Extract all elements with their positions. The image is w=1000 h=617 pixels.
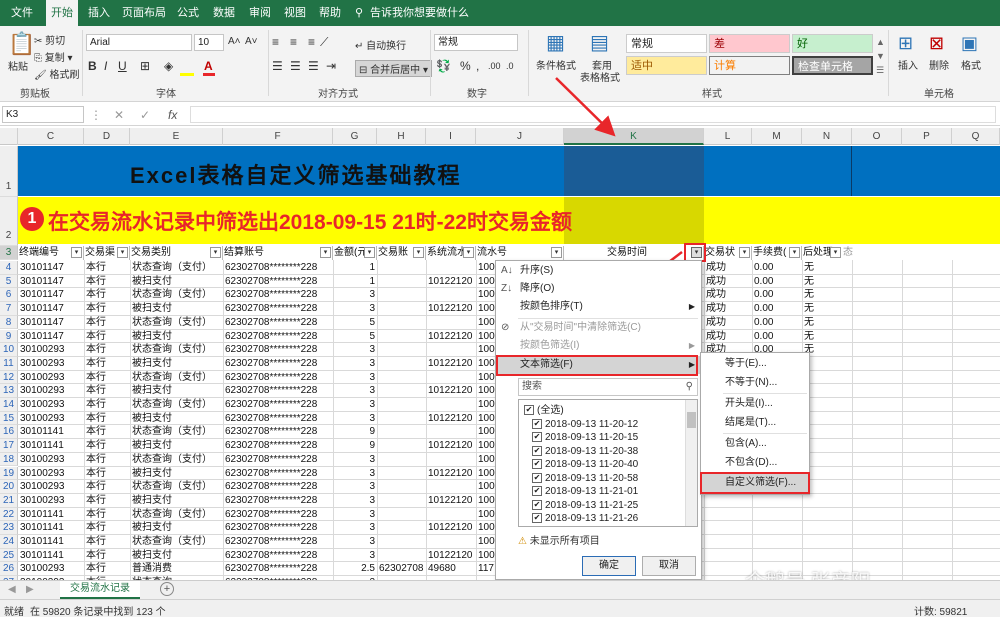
sheet-tab-active[interactable]: 交易流水记录 [60,581,140,599]
warning-icon: ⚠ [518,536,527,547]
note-label: 未显示所有项目 [529,536,600,547]
ends-with-item[interactable]: 结尾是(T)... [701,414,809,432]
filter-checkbox[interactable]: ✔ [532,499,542,510]
sort-desc-icon: Z↓ [501,283,513,294]
cancel-button[interactable]: 取消 [642,556,696,576]
sort-descending-item[interactable]: Z↓ 降序(O) [496,280,701,298]
sheet-tab-bar: ◀ ▶ 交易流水记录 + [0,580,1000,599]
filter-item-label[interactable]: 2018-09-13 11-20-38 [545,445,638,458]
clear-filter-icon: ⊘ [501,322,510,333]
filter-checkbox[interactable]: ✔ [532,432,542,442]
list-scrollbar[interactable] [685,400,697,526]
not-all-items-note: ⚠ 未显示所有项目 [518,535,600,548]
arrow-to-column-k [555,77,616,137]
filter-checkbox[interactable]: ✔ [524,405,534,415]
submenu-arrow-icon: ▶ [688,302,695,311]
status-filter-result: 在 59820 条记录中找到 123 个 [30,607,166,617]
equals-item[interactable]: 等于(E)... [701,355,809,373]
divider [723,393,807,394]
not-contains-item[interactable]: 不包含(D)... [701,454,809,472]
text-filter-highlight [496,355,698,376]
menu-label: 升序(S) [520,265,554,276]
filter-item-label[interactable]: 2018-09-13 11-20-15 [545,431,638,444]
not-equals-item[interactable]: 不等于(N)... [701,374,809,392]
filter-checkbox[interactable]: ✔ [532,418,542,429]
scroll-left-icon[interactable]: ◀ [8,582,16,598]
status-ready: 就绪 [4,607,24,617]
filter-item-label[interactable]: (全选) [537,404,564,417]
status-count: 计数: 59821 [914,607,968,617]
begins-with-item[interactable]: 开头是(I)... [701,395,809,413]
contains-item[interactable]: 包含(A)... [701,435,809,453]
filter-search-input[interactable]: 搜索 ⚲ [518,378,698,396]
menu-label: 从"交易时间"中清除筛选(C) [520,322,641,333]
filter-value-list[interactable]: ✔ (全选) ✔ 2018-09-13 11-20-12 ✔ 2018-09-13 11-… [518,399,698,527]
divider [723,433,807,434]
filter-item-label[interactable]: 2018-09-13 11-21-25 [545,499,638,512]
filter-item-label[interactable]: 2018-09-13 11-21-26 [545,512,638,525]
scroll-right-icon[interactable]: ▶ [26,582,34,598]
scrollbar-thumb[interactable] [687,412,696,428]
menu-label: 按颜色排序(T) [520,301,583,312]
filter-item-label[interactable]: 2018-09-13 11-21-01 [545,485,638,498]
sort-ascending-item[interactable]: A↓ 升序(S) [496,262,701,280]
add-sheet-icon[interactable]: + [160,582,174,596]
filter-checkbox[interactable]: ✔ [532,513,542,523]
filter-item-label[interactable]: 2018-09-13 11-20-40 [545,458,638,471]
menu-label: 按颜色筛选(I) [520,340,580,351]
filter-checkbox[interactable]: ✔ [532,445,542,456]
sort-by-color-item[interactable]: 按颜色排序(T) ▶ [496,298,701,316]
sort-asc-icon: A↓ [501,265,513,276]
filter-checkbox[interactable]: ✔ [532,459,542,469]
filter-item-label[interactable]: 2018-09-13 11-20-58 [545,472,638,485]
clear-filter-item: ⊘ 从"交易时间"中清除筛选(C) [496,319,701,337]
menu-label: 降序(O) [520,283,555,294]
filter-item-label[interactable]: 2018-09-13 11-21-36 [545,526,638,527]
status-bar: 就绪 在 59820 条记录中找到 123 个 计数: 59821 [0,599,1000,617]
filter-checkbox[interactable]: ✔ [532,486,542,496]
filter-by-color-item: 按颜色筛选(I) ▶ [496,337,701,355]
custom-filter-highlight [700,472,810,494]
filter-checkbox[interactable]: ✔ [532,472,542,483]
filter-dropdown-menu: A↓ 升序(S) Z↓ 降序(O) 按颜色排序(T) ▶ ⊘ 从"交易时间"中清除筛选(… [495,260,702,580]
search-placeholder: 搜索 [522,381,542,392]
filter-item-label[interactable]: 2018-09-13 11-20-12 [545,418,638,431]
search-icon: ⚲ [685,381,693,392]
ok-button[interactable]: 确定 [582,556,636,576]
filter-checkbox[interactable]: ✔ [532,527,542,528]
submenu-arrow-icon: ▶ [688,341,695,350]
